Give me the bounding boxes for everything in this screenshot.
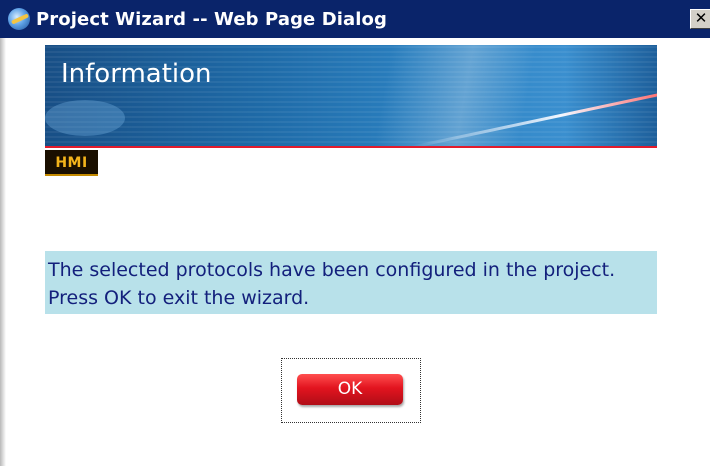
dialog-left-edge xyxy=(0,38,6,466)
header-banner: Information xyxy=(45,45,657,148)
banner-title: Information xyxy=(61,59,212,89)
banner-decoration xyxy=(45,100,125,136)
ok-button[interactable]: OK xyxy=(297,374,403,405)
info-message: The selected protocols have been configu… xyxy=(45,251,657,314)
banner-accent-line xyxy=(45,146,657,148)
close-button[interactable]: ✕ xyxy=(690,9,710,29)
hmi-logo: HMI xyxy=(45,150,98,176)
title-bar[interactable]: Project Wizard -- Web Page Dialog xyxy=(0,0,710,38)
ie-globe-icon xyxy=(8,8,30,30)
window-title: Project Wizard -- Web Page Dialog xyxy=(36,8,388,30)
banner-light-streak xyxy=(409,92,657,148)
